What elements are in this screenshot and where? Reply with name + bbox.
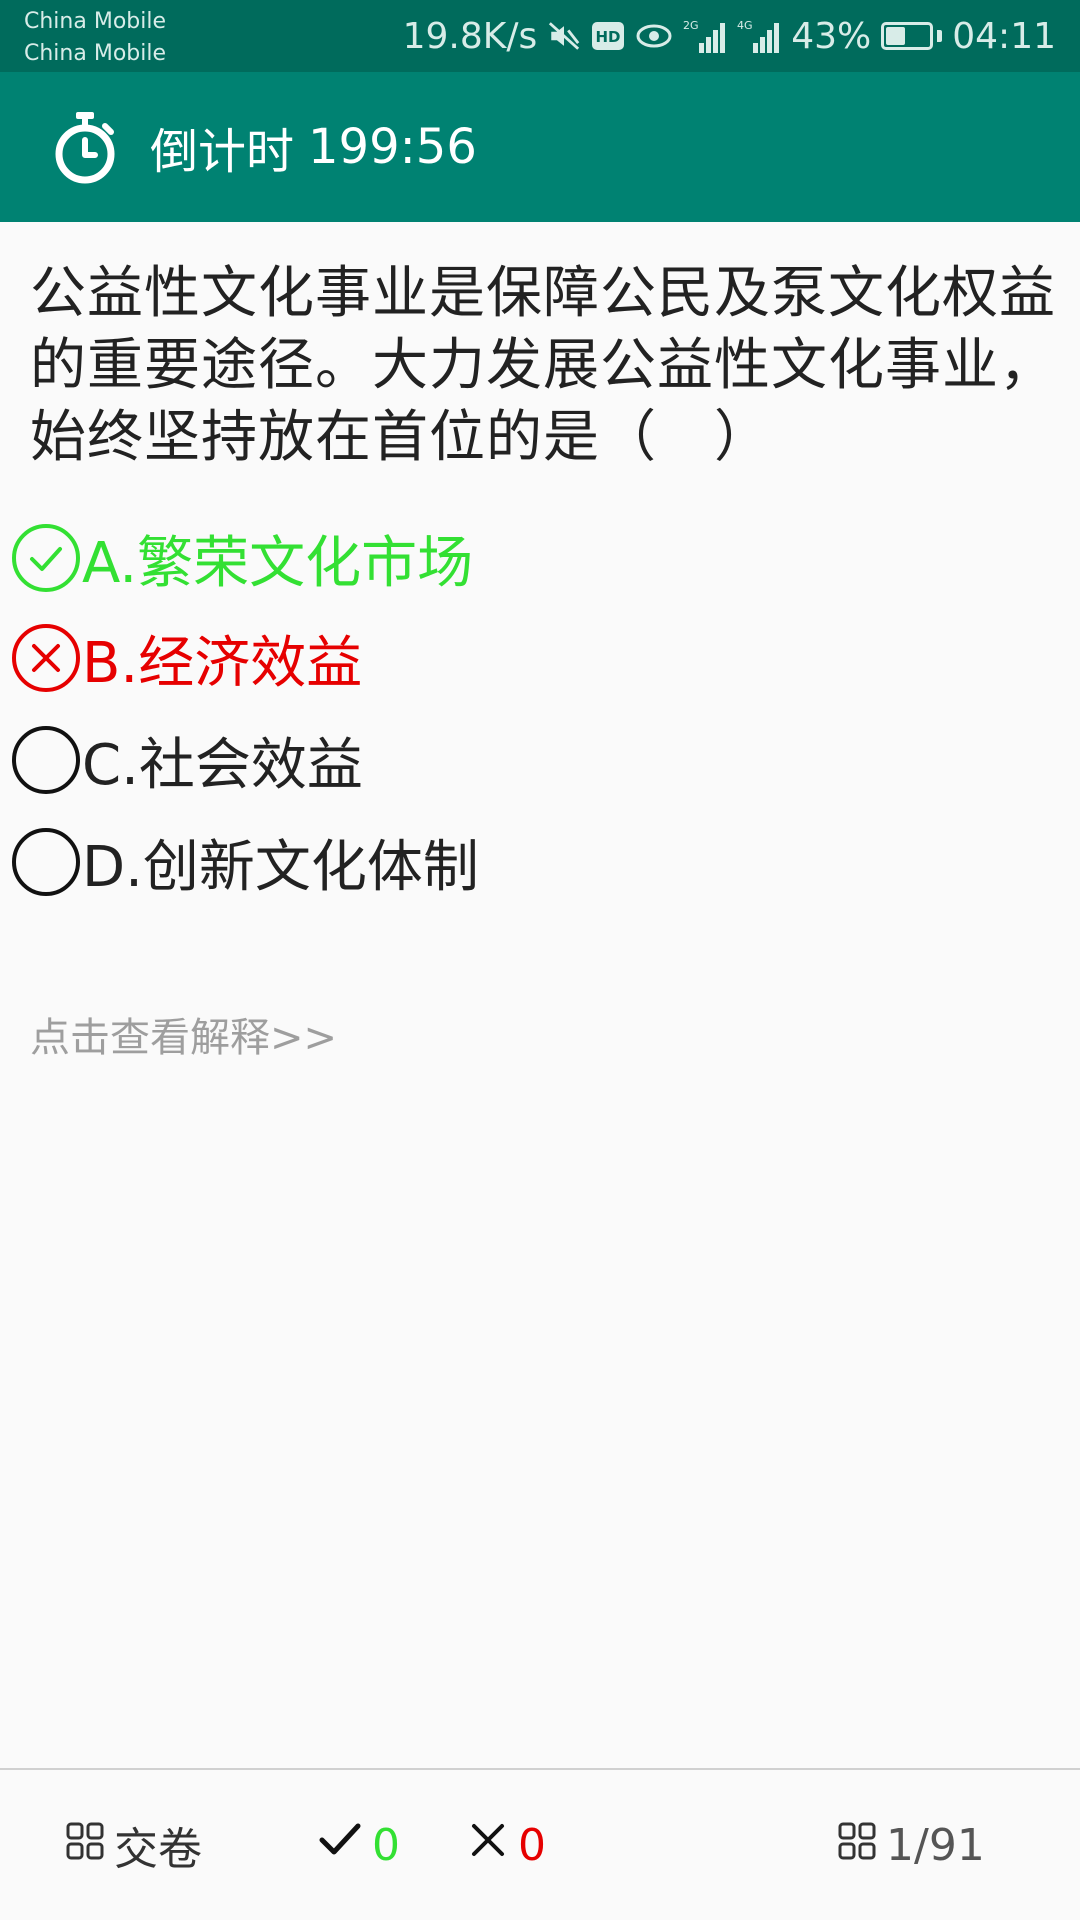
correct-count: 0: [372, 1819, 400, 1871]
submit-label: 交卷: [114, 1824, 202, 1875]
x-circle-icon: [10, 622, 82, 694]
svg-text:4G: 4G: [737, 19, 753, 32]
hd-icon: HD: [591, 21, 625, 51]
bottom-bar: 交卷 0 0 1/91: [0, 1768, 1080, 1920]
status-icons: 19.8K/s HD 2G 4G 43% 04:11: [403, 0, 1056, 72]
option-label: B.经济效益: [82, 630, 363, 696]
option-label: C.社会效益: [82, 732, 363, 798]
grid-icon: [66, 1820, 104, 1871]
grid-icon: [838, 1820, 876, 1871]
submit-button[interactable]: 交卷: [66, 1770, 202, 1920]
option-a[interactable]: A.繁荣文化市场: [10, 518, 473, 598]
clock: 04:11: [952, 15, 1056, 57]
wrong-counter: 0: [468, 1770, 546, 1920]
carrier-info: China Mobile China Mobile: [24, 6, 166, 70]
option-label: A.繁荣文化市场: [82, 530, 474, 596]
option-c[interactable]: C.社会效益: [10, 720, 363, 800]
battery-percent: 43%: [791, 15, 872, 57]
countdown-label: 倒计时: [150, 124, 295, 180]
wrong-count: 0: [518, 1819, 546, 1871]
stopwatch-icon: [50, 110, 120, 186]
svg-text:HD: HD: [596, 28, 621, 46]
question-navigator-button[interactable]: 1/91: [838, 1770, 985, 1920]
battery-icon: [881, 22, 943, 50]
app-bar: 倒计时 199:56: [0, 72, 1080, 222]
check-circle-icon: [10, 522, 82, 594]
countdown: 倒计时 199:56: [150, 72, 477, 222]
carrier-name: China Mobile: [24, 9, 167, 34]
empty-circle-icon: [10, 826, 82, 898]
option-label: D.创新文化体制: [82, 834, 479, 900]
correct-counter: 0: [318, 1770, 400, 1920]
network-speed: 19.8K/s: [402, 15, 538, 57]
cross-icon: [468, 1820, 508, 1871]
check-icon: [318, 1820, 362, 1871]
signal-4g-icon: 4G: [737, 17, 781, 55]
countdown-value: 199:56: [308, 119, 477, 175]
option-d[interactable]: D.创新文化体制: [10, 822, 479, 902]
signal-2g-icon: 2G: [683, 17, 727, 55]
eye-icon: [635, 21, 673, 51]
explanation-link[interactable]: 点击查看解释>>: [30, 1005, 337, 1063]
carrier-name: China Mobile: [24, 41, 167, 66]
mute-icon: [547, 19, 581, 53]
svg-text:2G: 2G: [683, 19, 699, 32]
status-bar: China Mobile China Mobile 19.8K/s HD 2G …: [0, 0, 1080, 72]
progress-label: 1/91: [886, 1819, 985, 1871]
question-text: 公益性文化事业是保障公民及泵文化权益的重要途径。大力发展公益性文化事业，始终坚持…: [30, 261, 1056, 470]
empty-circle-icon: [10, 724, 82, 796]
option-b[interactable]: B.经济效益: [10, 618, 362, 698]
